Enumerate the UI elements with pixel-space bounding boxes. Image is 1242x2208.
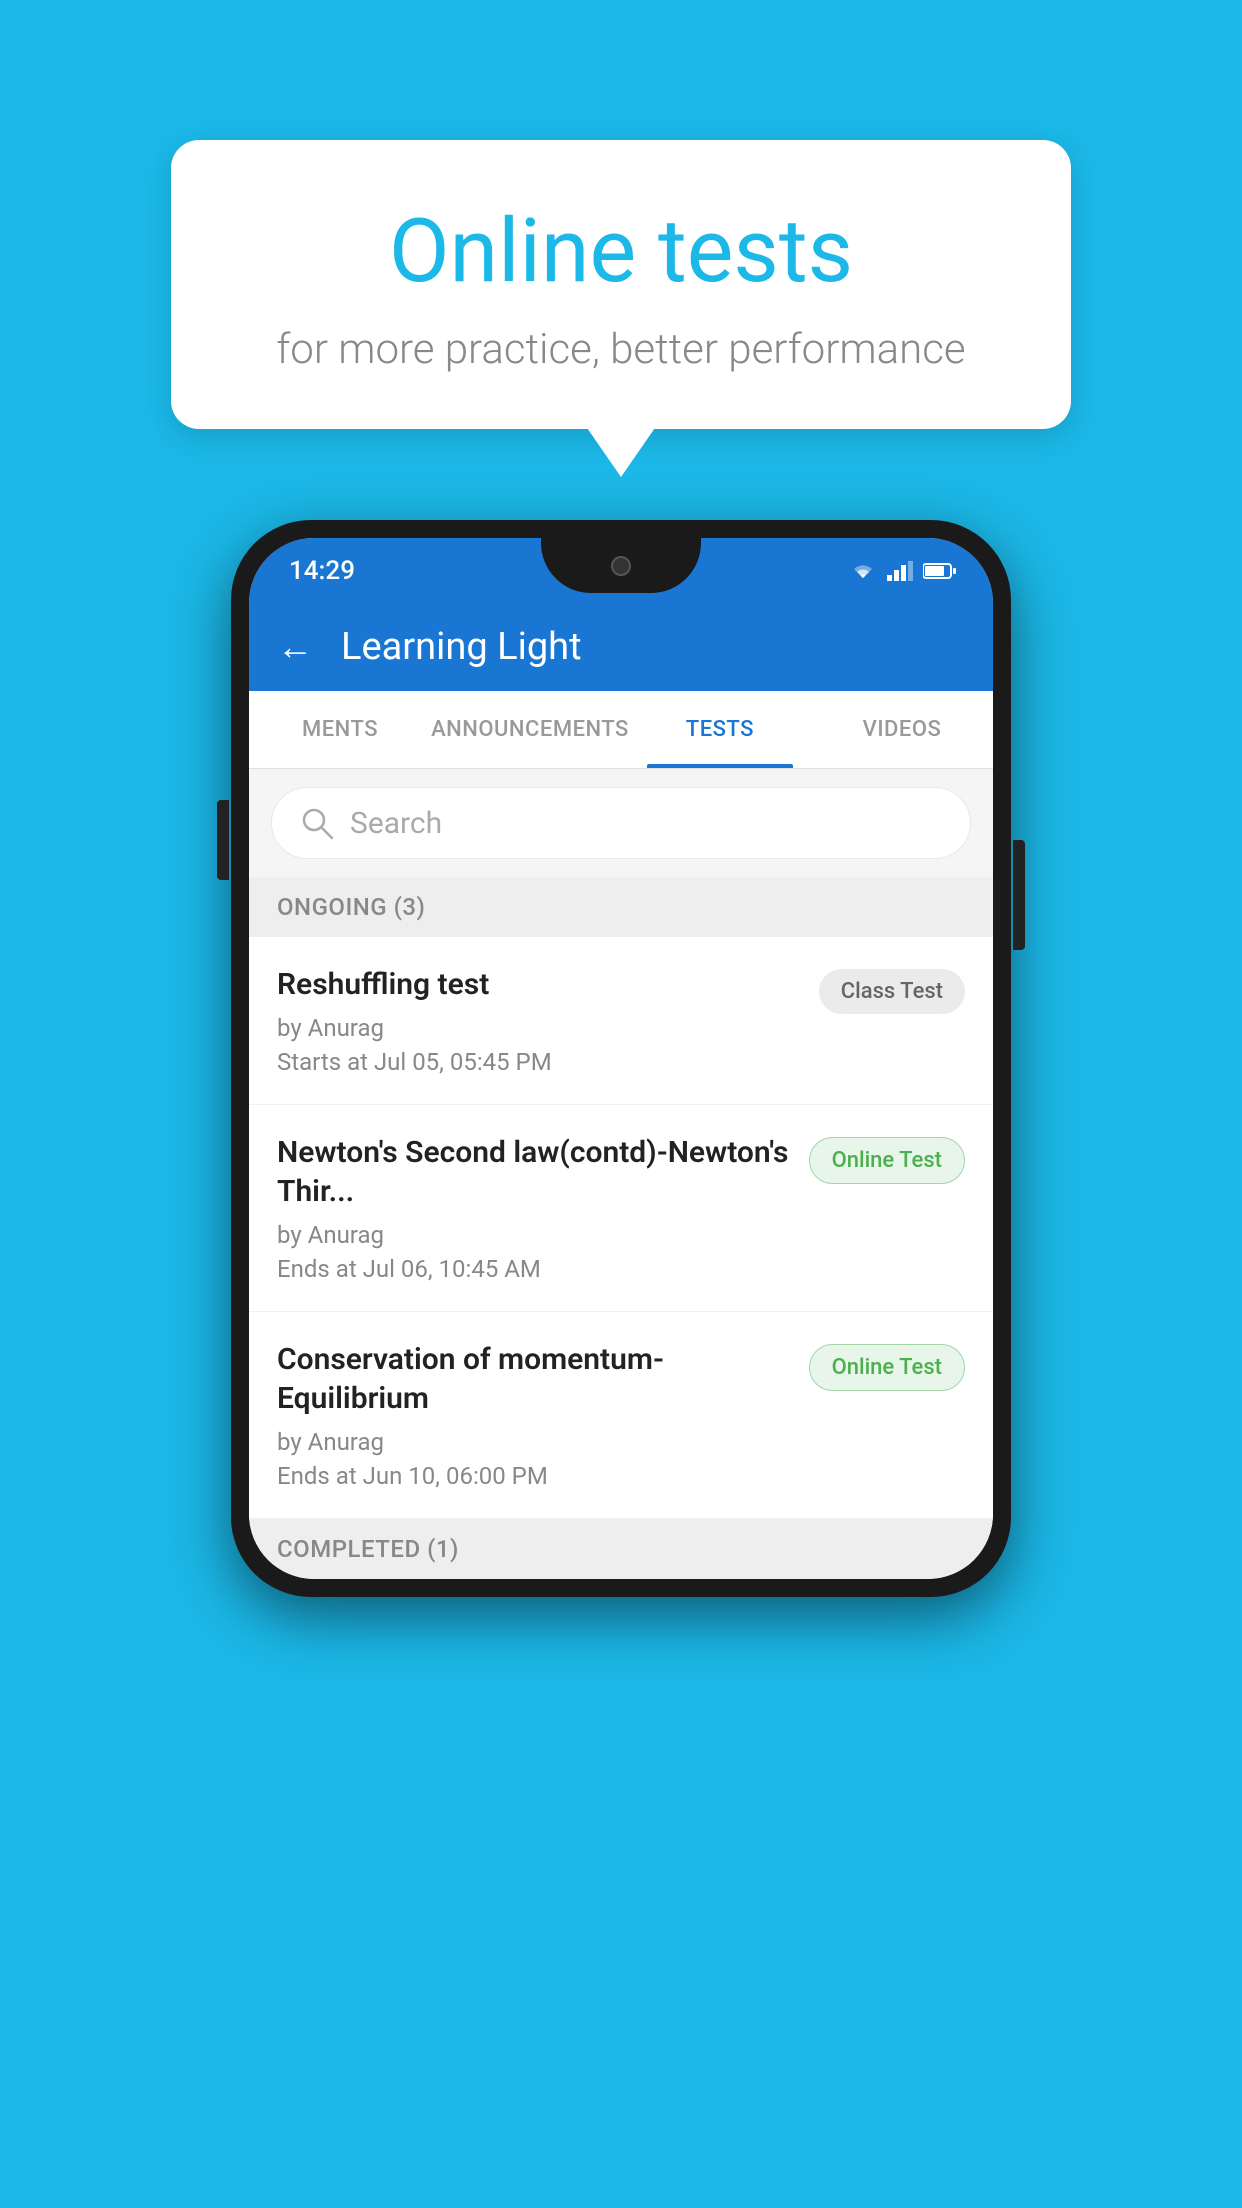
search-icon — [300, 806, 334, 840]
app-title: Learning Light — [341, 625, 582, 669]
test-badge-conservation: Online Test — [809, 1344, 965, 1391]
test-info-conservation: Conservation of momentum-Equilibrium by … — [277, 1340, 809, 1490]
search-bar[interactable]: Search — [271, 787, 971, 859]
test-by-conservation: by Anurag — [277, 1428, 789, 1456]
bubble-title: Online tests — [241, 200, 1001, 303]
test-time-conservation: Ends at Jun 10, 06:00 PM — [277, 1462, 789, 1490]
ongoing-section-header: ONGOING (3) — [249, 877, 993, 937]
test-by-newtons: by Anurag — [277, 1221, 789, 1249]
tab-tests[interactable]: TESTS — [629, 691, 811, 768]
test-item-conservation[interactable]: Conservation of momentum-Equilibrium by … — [249, 1312, 993, 1519]
tab-announcements[interactable]: ANNOUNCEMENTS — [431, 691, 629, 768]
phone-screen: 14:29 — [249, 538, 993, 1579]
test-name-conservation: Conservation of momentum-Equilibrium — [277, 1340, 789, 1418]
test-name-reshuffling: Reshuffling test — [277, 965, 799, 1004]
signal-icon — [887, 561, 913, 581]
test-time-newtons: Ends at Jul 06, 10:45 AM — [277, 1255, 789, 1283]
completed-section-header: COMPLETED (1) — [249, 1519, 993, 1579]
bubble-subtitle: for more practice, better performance — [241, 325, 1001, 374]
phone-frame: 14:29 — [231, 520, 1011, 1597]
test-by-reshuffling: by Anurag — [277, 1014, 799, 1042]
speech-bubble: Online tests for more practice, better p… — [171, 140, 1071, 429]
wifi-icon — [849, 560, 877, 582]
status-time: 14:29 — [289, 556, 355, 586]
test-item-newtons[interactable]: Newton's Second law(contd)-Newton's Thir… — [249, 1105, 993, 1312]
camera — [611, 556, 631, 576]
test-badge-reshuffling: Class Test — [819, 969, 965, 1014]
test-item-reshuffling[interactable]: Reshuffling test by Anurag Starts at Jul… — [249, 937, 993, 1105]
speech-bubble-area: Online tests for more practice, better p… — [171, 140, 1071, 429]
app-header: ← Learning Light — [249, 603, 993, 691]
test-badge-newtons: Online Test — [809, 1137, 965, 1184]
ongoing-label: ONGOING (3) — [277, 893, 425, 921]
phone-notch — [541, 538, 701, 593]
search-placeholder: Search — [350, 806, 442, 841]
search-area: Search — [249, 769, 993, 877]
test-info-newtons: Newton's Second law(contd)-Newton's Thir… — [277, 1133, 809, 1283]
phone-wrapper: 14:29 — [231, 520, 1011, 1597]
tab-videos[interactable]: VIDEOS — [811, 691, 993, 768]
battery-icon — [923, 562, 957, 580]
completed-label: COMPLETED (1) — [277, 1535, 459, 1563]
back-button[interactable]: ← — [277, 626, 313, 668]
test-info-reshuffling: Reshuffling test by Anurag Starts at Jul… — [277, 965, 819, 1076]
test-list: Reshuffling test by Anurag Starts at Jul… — [249, 937, 993, 1519]
test-name-newtons: Newton's Second law(contd)-Newton's Thir… — [277, 1133, 789, 1211]
test-time-reshuffling: Starts at Jul 05, 05:45 PM — [277, 1048, 799, 1076]
tabs-bar: MENTS ANNOUNCEMENTS TESTS VIDEOS — [249, 691, 993, 769]
status-icons — [849, 560, 957, 582]
tab-ments[interactable]: MENTS — [249, 691, 431, 768]
